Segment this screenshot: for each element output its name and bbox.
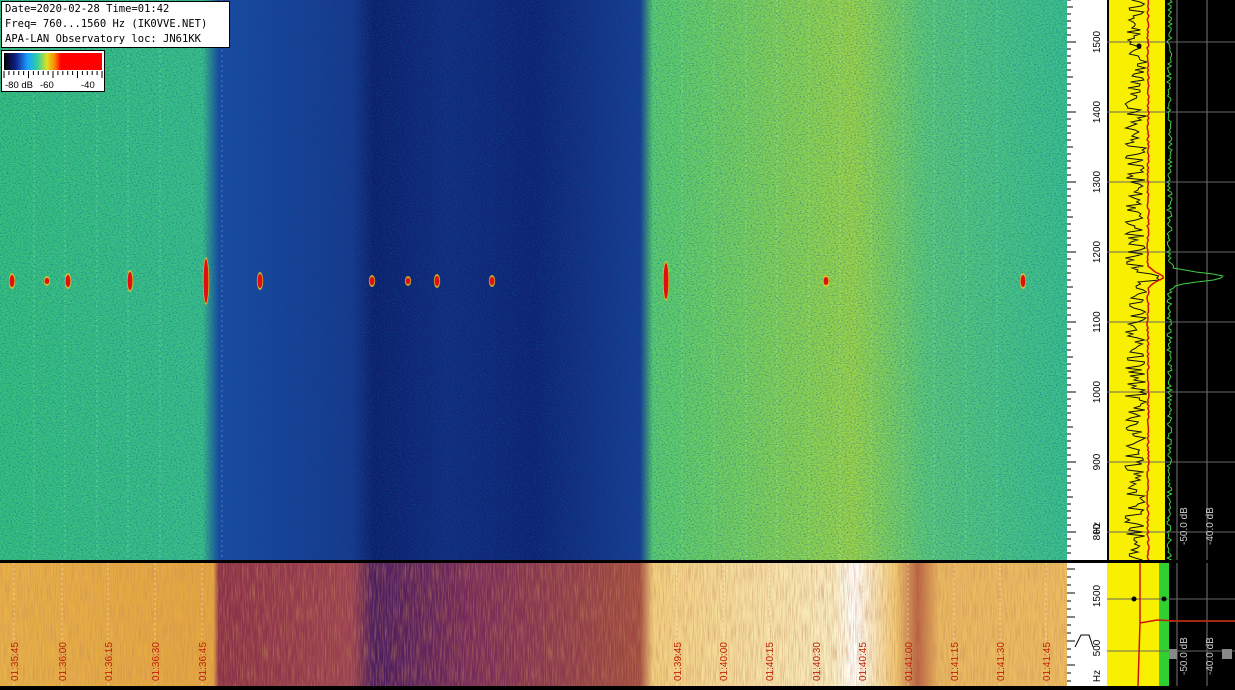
- spectrum-db-label: -40.0 dB: [1205, 507, 1216, 545]
- date-time-label: Date=2020-02-28 Time=01:42: [5, 3, 170, 15]
- frequency-tick-label: 500: [1092, 639, 1103, 656]
- scale-label-min: -80 dB: [5, 80, 33, 91]
- frequency-axis-overview-canvas: 1500 500 Hz: [1067, 568, 1103, 682]
- frequency-tick-label: 1400: [1092, 100, 1103, 123]
- time-label: 01:36:30: [151, 642, 162, 681]
- spectrum-db-label: -40.0 dB: [1205, 637, 1216, 675]
- frequency-tick-label: 1500: [1092, 584, 1103, 607]
- waterfall-main-canvas: [0, 0, 1067, 560]
- waterfall-main: [0, 0, 1067, 560]
- spectrum-overview-panel: -50.0 dB -40.0 dB: [1107, 563, 1235, 687]
- time-label: 01:36:00: [58, 642, 69, 681]
- frequency-axis-canvas: 150014001300120011001000900800Hz: [1067, 0, 1103, 554]
- waterfall-overview-canvas: 01:35:45 01:36:00 01:36:15 01:36:30 01:36:45…: [0, 563, 1067, 686]
- spectrum-canvas: -50.0 dB -40.0 dB: [1107, 0, 1235, 561]
- spectrum-overview-canvas: -50.0 dB -40.0 dB: [1107, 563, 1235, 687]
- scale-label-mid: -60: [40, 80, 54, 91]
- frequency-unit-label: Hz: [1092, 522, 1103, 534]
- time-label: 01:41:30: [996, 642, 1007, 681]
- time-label: 01:40:15: [765, 642, 776, 681]
- observatory-label: APA-LAN Observatory loc: JN61KK: [5, 33, 201, 45]
- time-label: 01:41:00: [904, 642, 915, 681]
- spectrum-db-label: -50.0 dB: [1179, 507, 1190, 545]
- frequency-tick-label: 1300: [1092, 170, 1103, 193]
- color-scale-legend: -80 dB -60 -40: [1, 50, 105, 92]
- frequency-range-label: Freq= 760...1560 Hz (IK0VVE.NET): [5, 18, 208, 30]
- time-label: 01:36:15: [104, 642, 115, 681]
- scale-label-max: -40: [81, 80, 95, 91]
- spectrum-panel: -50.0 dB -40.0 dB: [1107, 0, 1235, 561]
- station-info-box: Date=2020-02-28 Time=01:42 Freq= 760...1…: [1, 1, 230, 48]
- spectrum-marker-dot: [1136, 43, 1142, 49]
- time-label: 01:40:00: [719, 642, 730, 681]
- frequency-tick-label: 1200: [1092, 240, 1103, 263]
- overview-marker-dot-1: [1131, 596, 1137, 602]
- time-label: 01:39:45: [673, 642, 684, 681]
- frequency-axis-overview: 1500 500 Hz: [1067, 563, 1107, 686]
- time-label: 01:41:45: [1042, 642, 1053, 681]
- frequency-tick-label: 900: [1092, 453, 1103, 470]
- frequency-tick-label: 1100: [1092, 311, 1103, 333]
- spectrum-peak-trace: [1165, 0, 1224, 561]
- frequency-axis: 1500 1400 1300 1200 1100 1000 900 800 Hz: [1067, 0, 1107, 560]
- frequency-tick-label: 1000: [1092, 380, 1103, 403]
- waterfall-overview: 01:35:45 01:36:00 01:36:15 01:36:30 01:36:45…: [0, 563, 1067, 686]
- time-label: 01:40:30: [812, 642, 823, 681]
- frequency-tick-label: 1500: [1092, 30, 1103, 53]
- time-label: 01:41:15: [950, 642, 961, 681]
- time-label: 01:35:45: [10, 642, 21, 681]
- time-label: 01:36:45: [198, 642, 209, 681]
- frequency-unit-label: Hz: [1092, 670, 1103, 682]
- time-label: 01:40:45: [858, 642, 869, 681]
- overview-marker-dot-2: [1161, 596, 1167, 602]
- spectrum-db-label: -50.0 dB: [1179, 637, 1190, 675]
